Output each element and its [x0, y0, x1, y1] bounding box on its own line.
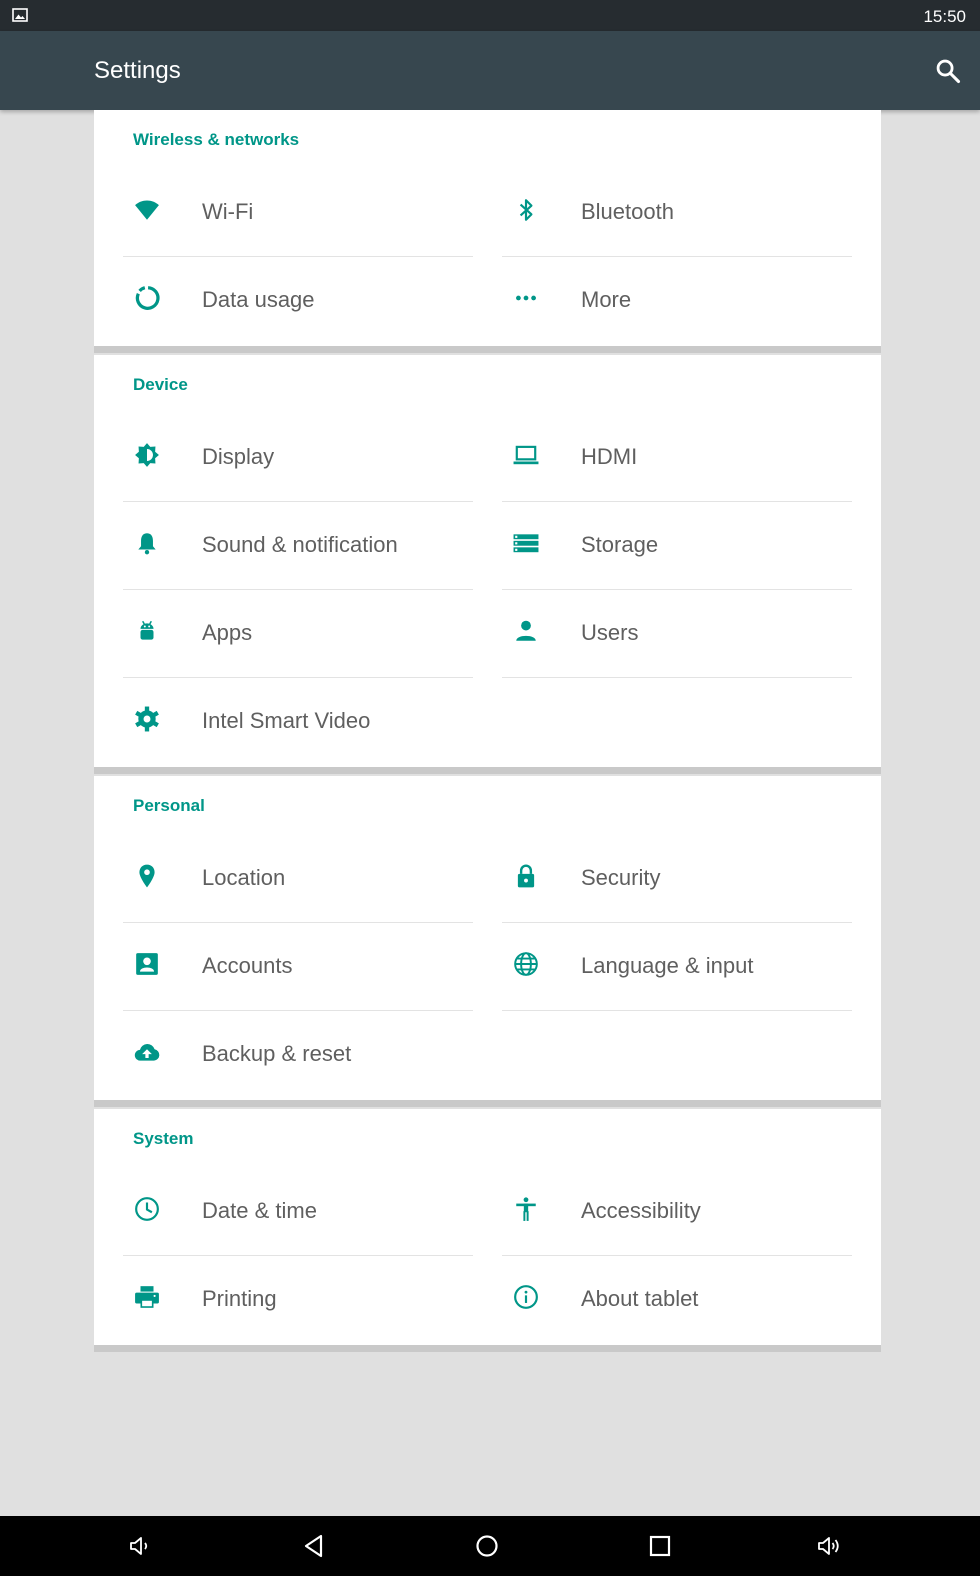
setting-display[interactable]: Display [123, 413, 473, 502]
globe-icon [514, 952, 538, 976]
setting-label: Sound & notification [202, 532, 398, 557]
setting-printing[interactable]: Printing [123, 1255, 473, 1343]
setting-label: Language & input [581, 953, 754, 978]
setting-language-input[interactable]: Language & input [502, 922, 852, 1011]
setting-storage[interactable]: Storage [502, 501, 852, 590]
setting-accessibility[interactable]: Accessibility [502, 1167, 852, 1256]
setting-label: Printing [202, 1286, 277, 1311]
section-title: System [133, 1129, 194, 1148]
section-title: Device [133, 375, 188, 394]
setting-about-tablet[interactable]: About tablet [502, 1255, 852, 1343]
setting-label: Date & time [202, 1198, 317, 1223]
setting-label: Apps [202, 620, 253, 645]
android-icon [140, 620, 154, 640]
data-usage-icon [135, 286, 160, 310]
printer-icon [135, 1286, 159, 1308]
setting-sound-notification[interactable]: Sound & notification [123, 501, 473, 590]
bluetooth-icon [519, 199, 533, 221]
wifi-icon [135, 200, 159, 220]
setting-label: About tablet [581, 1286, 699, 1311]
page-title: Settings [94, 57, 181, 84]
volume-down-icon[interactable] [128, 1533, 154, 1559]
section-device: Device Display HDMI Sound & notification… [94, 355, 881, 774]
setting-label: Display [202, 444, 275, 469]
navigation-bar [0, 1516, 980, 1576]
status-time: 15:50 [923, 7, 966, 26]
setting-security[interactable]: Security [502, 834, 852, 923]
more-icon [516, 295, 536, 301]
section-system: System Date & time Accessibility Printin… [94, 1109, 881, 1352]
home-icon[interactable] [474, 1533, 500, 1559]
setting-data-usage[interactable]: Data usage [123, 256, 473, 344]
setting-label: Accessibility [581, 1198, 701, 1223]
setting-label: Intel Smart Video [202, 708, 371, 733]
setting-apps[interactable]: Apps [123, 589, 473, 678]
info-icon [514, 1285, 538, 1309]
section-title: Wireless & networks [133, 130, 300, 149]
section-wireless-networks: Wireless & networks Wi-Fi Bluetooth Data… [94, 110, 881, 353]
setting-label: Storage [581, 532, 659, 557]
setting-accounts[interactable]: Accounts [123, 922, 473, 1011]
section-personal: Personal Location Security Accounts Lang… [94, 776, 881, 1107]
setting-date-time[interactable]: Date & time [123, 1167, 473, 1256]
setting-label: More [581, 287, 632, 312]
setting-label: Data usage [202, 287, 315, 312]
setting-backup-reset[interactable]: Backup & reset [123, 1010, 473, 1098]
recents-icon[interactable] [647, 1533, 673, 1559]
setting-label: HDMI [581, 444, 638, 469]
gear-icon [135, 706, 159, 732]
setting-location[interactable]: Location [123, 834, 473, 923]
accessibility-icon [516, 1197, 536, 1221]
setting-label: Location [202, 865, 286, 890]
setting-users[interactable]: Users [502, 589, 852, 678]
image-notification-icon [12, 8, 28, 22]
clock-icon [135, 1197, 159, 1221]
app-bar: Settings [0, 31, 980, 110]
setting-more[interactable]: More [502, 256, 852, 344]
account-box-icon [136, 953, 158, 975]
search-icon[interactable] [934, 57, 962, 85]
setting-intel-smart-video[interactable]: Intel Smart Video [123, 677, 473, 765]
setting-label: Wi-Fi [202, 199, 254, 224]
bell-icon [138, 533, 156, 555]
setting-label: Accounts [202, 953, 293, 978]
back-icon[interactable] [301, 1533, 327, 1559]
lock-icon [517, 864, 535, 888]
setting-wifi[interactable]: Wi-Fi [123, 168, 473, 257]
setting-bluetooth[interactable]: Bluetooth [502, 168, 852, 257]
section-title: Personal [133, 796, 205, 815]
person-icon [516, 620, 536, 641]
setting-label: Backup & reset [202, 1041, 352, 1066]
volume-up-icon[interactable] [817, 1533, 843, 1559]
setting-label: Users [581, 620, 639, 645]
setting-label: Security [581, 865, 661, 890]
status-bar: 15:50 [0, 0, 980, 31]
setting-hdmi[interactable]: HDMI [502, 413, 852, 502]
setting-label: Bluetooth [581, 199, 674, 224]
brightness-icon [135, 443, 159, 467]
cloud-upload-icon [134, 1043, 160, 1061]
laptop-icon [513, 445, 539, 465]
location-pin-icon [139, 864, 155, 888]
storage-icon [513, 534, 539, 553]
